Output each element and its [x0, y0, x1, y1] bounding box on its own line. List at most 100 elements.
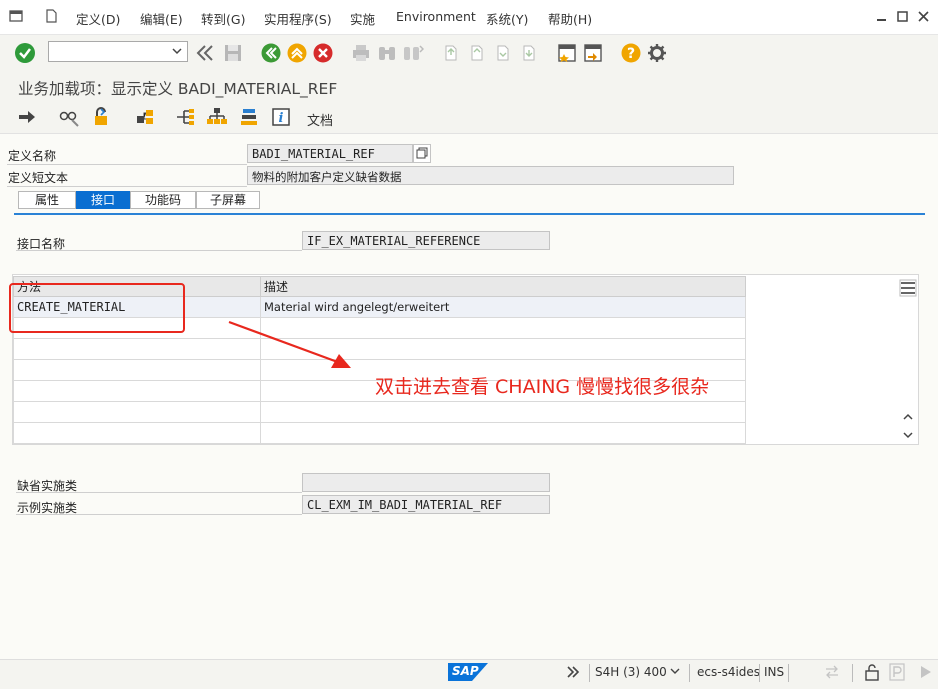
- divider: [852, 664, 853, 682]
- menu-edit[interactable]: 编辑(E): [140, 9, 183, 28]
- navigation-button[interactable]: [206, 106, 228, 128]
- divider: [16, 250, 302, 251]
- minimize-icon[interactable]: [876, 11, 887, 22]
- where-used-button[interactable]: [134, 106, 156, 128]
- default-implementation-field[interactable]: [302, 473, 550, 492]
- tab-subscreens[interactable]: 子屏幕: [196, 191, 260, 209]
- settings-button[interactable]: [646, 42, 668, 64]
- printer-icon: [353, 45, 369, 61]
- highlight-box: [9, 283, 185, 333]
- arrow-right-icon: [19, 111, 35, 123]
- page-title: 业务加载项：显示定义 BADI_MATERIAL_REF: [18, 80, 338, 98]
- back-button[interactable]: [260, 42, 282, 64]
- hierarchy-icon: [177, 109, 194, 125]
- interface-name-field[interactable]: IF_EX_MATERIAL_REFERENCE: [302, 231, 550, 250]
- tab-attributes[interactable]: 属性: [18, 191, 76, 209]
- page-icon[interactable]: [44, 9, 58, 23]
- previous-page-button[interactable]: [466, 42, 488, 64]
- exit-button[interactable]: [286, 42, 308, 64]
- previous-page-icon: [471, 45, 483, 61]
- scroll-down-button[interactable]: [900, 428, 916, 442]
- last-page-button[interactable]: [518, 42, 540, 64]
- find-next-button[interactable]: [402, 42, 424, 64]
- divider: [16, 492, 302, 493]
- column-header-description[interactable]: 描述: [260, 276, 746, 297]
- exit-icon: [287, 43, 307, 63]
- system-info[interactable]: S4H (3) 400: [595, 665, 667, 679]
- next-page-icon: [497, 45, 509, 61]
- find-button[interactable]: [376, 42, 398, 64]
- info-button[interactable]: i: [270, 106, 292, 128]
- enhancement-button[interactable]: [238, 106, 260, 128]
- close-icon[interactable]: [918, 11, 929, 22]
- annotation-arrow-icon: [228, 320, 351, 368]
- menu-help[interactable]: 帮助(H): [548, 9, 592, 28]
- menu-definition[interactable]: 定义(D): [76, 9, 120, 28]
- annotation-text: 双击进去查看 CHAING 慢慢找很多很杂: [375, 376, 710, 398]
- double-chevron-left-icon: [196, 45, 213, 61]
- status-toggle-icon[interactable]: [918, 664, 934, 680]
- cancel-button[interactable]: [312, 42, 334, 64]
- next-page-button[interactable]: [492, 42, 514, 64]
- command-field[interactable]: [48, 41, 188, 62]
- gear-icon: [648, 44, 666, 62]
- maximize-icon[interactable]: [897, 11, 908, 22]
- back-icon: [261, 43, 281, 63]
- new-session-button[interactable]: [556, 42, 578, 64]
- divider: [689, 664, 690, 682]
- menu-utilities[interactable]: 实用程序(S): [264, 9, 332, 28]
- object-list-button[interactable]: [174, 106, 196, 128]
- table-row[interactable]: [13, 422, 746, 444]
- copy-icon: [416, 147, 428, 159]
- description-cell[interactable]: Material wird angelegt/erweitert: [260, 296, 746, 318]
- collapse-button[interactable]: [194, 42, 216, 64]
- example-implementation-field[interactable]: CL_EXM_IM_BADI_MATERIAL_REF: [302, 495, 550, 514]
- last-page-icon: [523, 45, 535, 61]
- menu-goto[interactable]: 转到(G): [201, 9, 245, 28]
- menu-implementation[interactable]: 实施: [350, 9, 375, 28]
- help-button[interactable]: ?: [620, 42, 642, 64]
- where-used-icon: [137, 110, 153, 124]
- help-icon: ?: [621, 43, 641, 63]
- double-chevron-right-icon[interactable]: [566, 665, 580, 679]
- first-page-button[interactable]: [440, 42, 462, 64]
- documentation-button[interactable]: 文档: [307, 110, 333, 129]
- divider: [788, 664, 789, 682]
- divider: [16, 514, 302, 515]
- binoculars-icon: [379, 47, 395, 60]
- table-row[interactable]: [13, 401, 746, 423]
- stack-icon: [241, 109, 257, 125]
- insert-mode[interactable]: INS: [764, 665, 784, 679]
- short-text-label: 定义短文本: [8, 171, 69, 185]
- tab-function-codes[interactable]: 功能码: [130, 191, 196, 209]
- definition-name-label: 定义名称: [8, 149, 57, 163]
- parking-icon[interactable]: [889, 663, 905, 681]
- chevron-down-icon[interactable]: [670, 667, 680, 675]
- chevron-down-icon: [903, 432, 913, 439]
- menu-bar: 定义(D) 编辑(E) 转到(G) 实用程序(S) 实施 Environment…: [0, 0, 938, 35]
- lock-icon[interactable]: [864, 663, 880, 681]
- glasses-pencil-icon: [59, 111, 79, 127]
- other-object-button[interactable]: [16, 106, 38, 128]
- display-change-button[interactable]: [58, 106, 80, 128]
- enter-button[interactable]: [14, 42, 36, 64]
- print-button[interactable]: [350, 42, 372, 64]
- menu-environment[interactable]: Environment: [396, 9, 476, 24]
- scroll-up-button[interactable]: [900, 410, 916, 424]
- definition-name-field[interactable]: BADI_MATERIAL_REF: [247, 144, 413, 163]
- copy-button[interactable]: [413, 144, 431, 163]
- transfer-icon[interactable]: [824, 664, 840, 680]
- table-settings-button[interactable]: [898, 278, 918, 298]
- menu-system[interactable]: 系统(Y): [486, 9, 528, 28]
- table-row[interactable]: [13, 338, 746, 360]
- svg-text:i: i: [279, 111, 284, 126]
- activate-button[interactable]: [90, 106, 112, 128]
- short-text-field[interactable]: 物料的附加客户定义缺省数据: [247, 166, 734, 185]
- activate-icon: [95, 107, 107, 125]
- menu-icon[interactable]: [9, 9, 23, 23]
- list-settings-icon: [899, 279, 917, 297]
- shortcut-button[interactable]: [582, 42, 604, 64]
- tab-interface[interactable]: 接口: [76, 191, 130, 209]
- chevron-down-icon: [172, 48, 182, 55]
- save-button[interactable]: [222, 42, 244, 64]
